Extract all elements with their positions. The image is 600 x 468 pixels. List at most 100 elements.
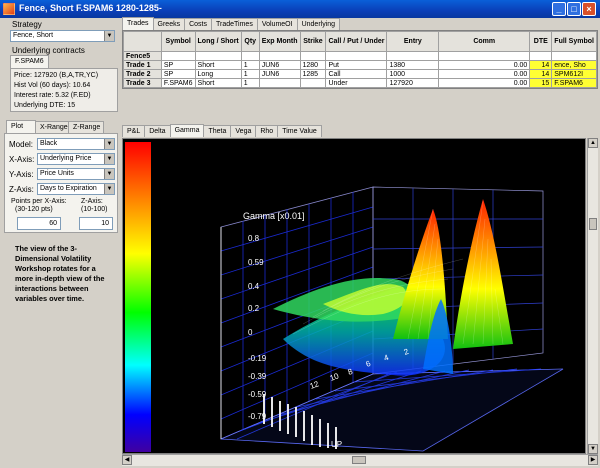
chevron-down-icon[interactable]: ▼ xyxy=(104,184,114,194)
scroll-right-icon[interactable]: ▶ xyxy=(588,455,598,465)
scroll-thumb[interactable] xyxy=(589,218,597,230)
column-header[interactable]: Long / Short xyxy=(194,31,242,52)
table-cell[interactable] xyxy=(438,51,531,61)
table-cell[interactable]: 1 xyxy=(240,69,260,79)
column-header[interactable]: Qty xyxy=(240,31,260,52)
chevron-down-icon[interactable]: ▼ xyxy=(104,169,114,179)
tab-vega[interactable]: Vega xyxy=(230,125,257,137)
table-cell[interactable] xyxy=(299,51,327,61)
column-header[interactable]: Entry xyxy=(386,31,440,52)
table-cell[interactable] xyxy=(240,51,260,61)
scroll-up-icon[interactable]: ▲ xyxy=(588,138,598,148)
model-select[interactable]: Black ▼ xyxy=(37,138,115,150)
table-cell[interactable] xyxy=(160,51,196,61)
maximize-button[interactable]: □ xyxy=(567,2,581,16)
row-header[interactable]: Trade 2 xyxy=(123,69,162,79)
table-cell[interactable]: JUN6 xyxy=(258,60,301,70)
table-cell[interactable]: Under xyxy=(325,78,388,88)
table-cell[interactable]: Short xyxy=(194,78,242,88)
row-header[interactable]: Trade 1 xyxy=(123,60,162,70)
tab-time-value[interactable]: Time Value xyxy=(277,125,322,137)
gamma-3d-plot[interactable]: Gamma [x0.01] 0.8 0.59 0.4 0.2 0 -0.19 -… xyxy=(122,138,586,454)
tab-rho[interactable]: Rho xyxy=(255,125,279,137)
table-cell[interactable]: JUN6 xyxy=(258,69,301,79)
chevron-down-icon[interactable]: ▼ xyxy=(104,139,114,149)
table-cell[interactable]: 1 xyxy=(240,78,260,88)
minimize-button[interactable]: _ xyxy=(552,2,566,16)
chart-horizontal-scrollbar[interactable]: ◀ ▶ xyxy=(122,454,598,466)
column-header[interactable] xyxy=(123,31,162,52)
row-header[interactable]: Trade 3 xyxy=(123,78,162,88)
table-cell[interactable]: 1000 xyxy=(386,69,440,79)
table-cell[interactable]: Long xyxy=(194,69,242,79)
table-cell[interactable] xyxy=(325,51,388,61)
surface-plot-svg[interactable]: Gamma [x0.01] 0.8 0.59 0.4 0.2 0 -0.19 -… xyxy=(123,139,585,453)
z-axis-select[interactable]: Days to Expiration ▼ xyxy=(37,183,115,195)
table-cell[interactable] xyxy=(529,51,553,61)
tab-greeks[interactable]: Greeks xyxy=(152,18,186,30)
table-cell[interactable]: Short xyxy=(194,60,242,70)
tab-underlying-contract[interactable]: F.SPAM6 xyxy=(10,55,49,68)
table-row[interactable]: Trade 2 SP Long 1 JUN6 1285 Call 1000 0.… xyxy=(123,69,597,79)
column-header[interactable]: Comm xyxy=(438,31,531,52)
points-z-input[interactable]: 10 xyxy=(79,217,113,230)
table-cell[interactable]: F.SPAM6 xyxy=(160,78,196,88)
y-axis-select[interactable]: Price Units ▼ xyxy=(37,168,115,180)
table-cell[interactable]: 14 xyxy=(529,69,553,79)
scroll-thumb[interactable] xyxy=(352,456,366,464)
table-cell[interactable]: 0.00 xyxy=(438,69,531,79)
table-cell[interactable]: 14 xyxy=(529,60,553,70)
table-cell[interactable]: SPM612I xyxy=(551,69,597,79)
row-header[interactable]: Fence5 xyxy=(123,51,162,61)
x-axis-select[interactable]: Underlying Price ▼ xyxy=(37,153,115,165)
tab-z-range[interactable]: Z-Range xyxy=(68,121,104,133)
chevron-down-icon[interactable]: ▼ xyxy=(104,154,114,164)
table-cell[interactable] xyxy=(258,78,301,88)
tab-tradetimes[interactable]: TradeTimes xyxy=(211,18,258,30)
tab-gamma[interactable]: Gamma xyxy=(169,124,205,137)
tab-x-range[interactable]: X-Range xyxy=(35,121,69,133)
table-cell[interactable]: ence, Sho xyxy=(551,60,597,70)
tab-theta[interactable]: Theta xyxy=(203,125,232,137)
tab-underlying[interactable]: Underlying xyxy=(296,18,341,30)
tab-pnl[interactable]: P&L xyxy=(122,125,146,137)
column-header[interactable]: DTE xyxy=(529,31,553,52)
strategy-select[interactable]: Fence, Short ▼ xyxy=(10,30,115,42)
tab-volumeoi[interactable]: VolumeOI xyxy=(256,18,298,30)
table-cell[interactable]: SP xyxy=(160,69,196,79)
table-row[interactable]: Trade 1 SP Short 1 JUN6 1280 Put 1380 0.… xyxy=(123,60,597,70)
column-header[interactable]: Symbol xyxy=(160,31,196,52)
chevron-down-icon[interactable]: ▼ xyxy=(104,31,114,41)
table-cell[interactable]: 1285 xyxy=(299,69,327,79)
table-cell[interactable] xyxy=(386,51,440,61)
table-cell[interactable]: Call xyxy=(325,69,388,79)
column-header[interactable]: Exp Month xyxy=(258,31,301,52)
tab-plot[interactable]: Plot xyxy=(6,120,36,133)
scroll-down-icon[interactable]: ▼ xyxy=(588,444,598,454)
chart-vertical-scrollbar[interactable]: ▲ ▼ xyxy=(587,138,598,454)
table-cell[interactable]: 1280 xyxy=(299,60,327,70)
table-cell[interactable] xyxy=(194,51,242,61)
table-cell[interactable]: 0.00 xyxy=(438,60,531,70)
table-cell[interactable]: Put xyxy=(325,60,388,70)
column-header[interactable]: Call / Put / Under xyxy=(325,31,388,52)
close-button[interactable]: × xyxy=(582,2,596,16)
table-cell[interactable] xyxy=(299,78,327,88)
column-header[interactable]: Strike xyxy=(299,31,327,52)
table-cell[interactable]: 1380 xyxy=(386,60,440,70)
tab-trades[interactable]: Trades xyxy=(122,17,154,30)
table-cell[interactable]: 127920 xyxy=(386,78,440,88)
table-row[interactable]: Trade 3 F.SPAM6 Short 1 Under 127920 0.0… xyxy=(123,78,597,88)
tab-delta[interactable]: Delta xyxy=(144,125,171,137)
tab-costs[interactable]: Costs xyxy=(184,18,212,30)
table-cell[interactable]: 0.00 xyxy=(438,78,531,88)
scroll-left-icon[interactable]: ◀ xyxy=(122,455,132,465)
table-cell[interactable] xyxy=(551,51,597,61)
points-x-input[interactable]: 60 xyxy=(17,217,61,230)
column-header[interactable]: Full Symbol xyxy=(551,31,597,52)
table-cell[interactable]: SP xyxy=(160,60,196,70)
table-row[interactable]: Fence5 xyxy=(123,51,597,61)
table-cell[interactable]: 1 xyxy=(240,60,260,70)
table-cell[interactable] xyxy=(258,51,301,61)
table-cell[interactable]: 15 xyxy=(529,78,553,88)
